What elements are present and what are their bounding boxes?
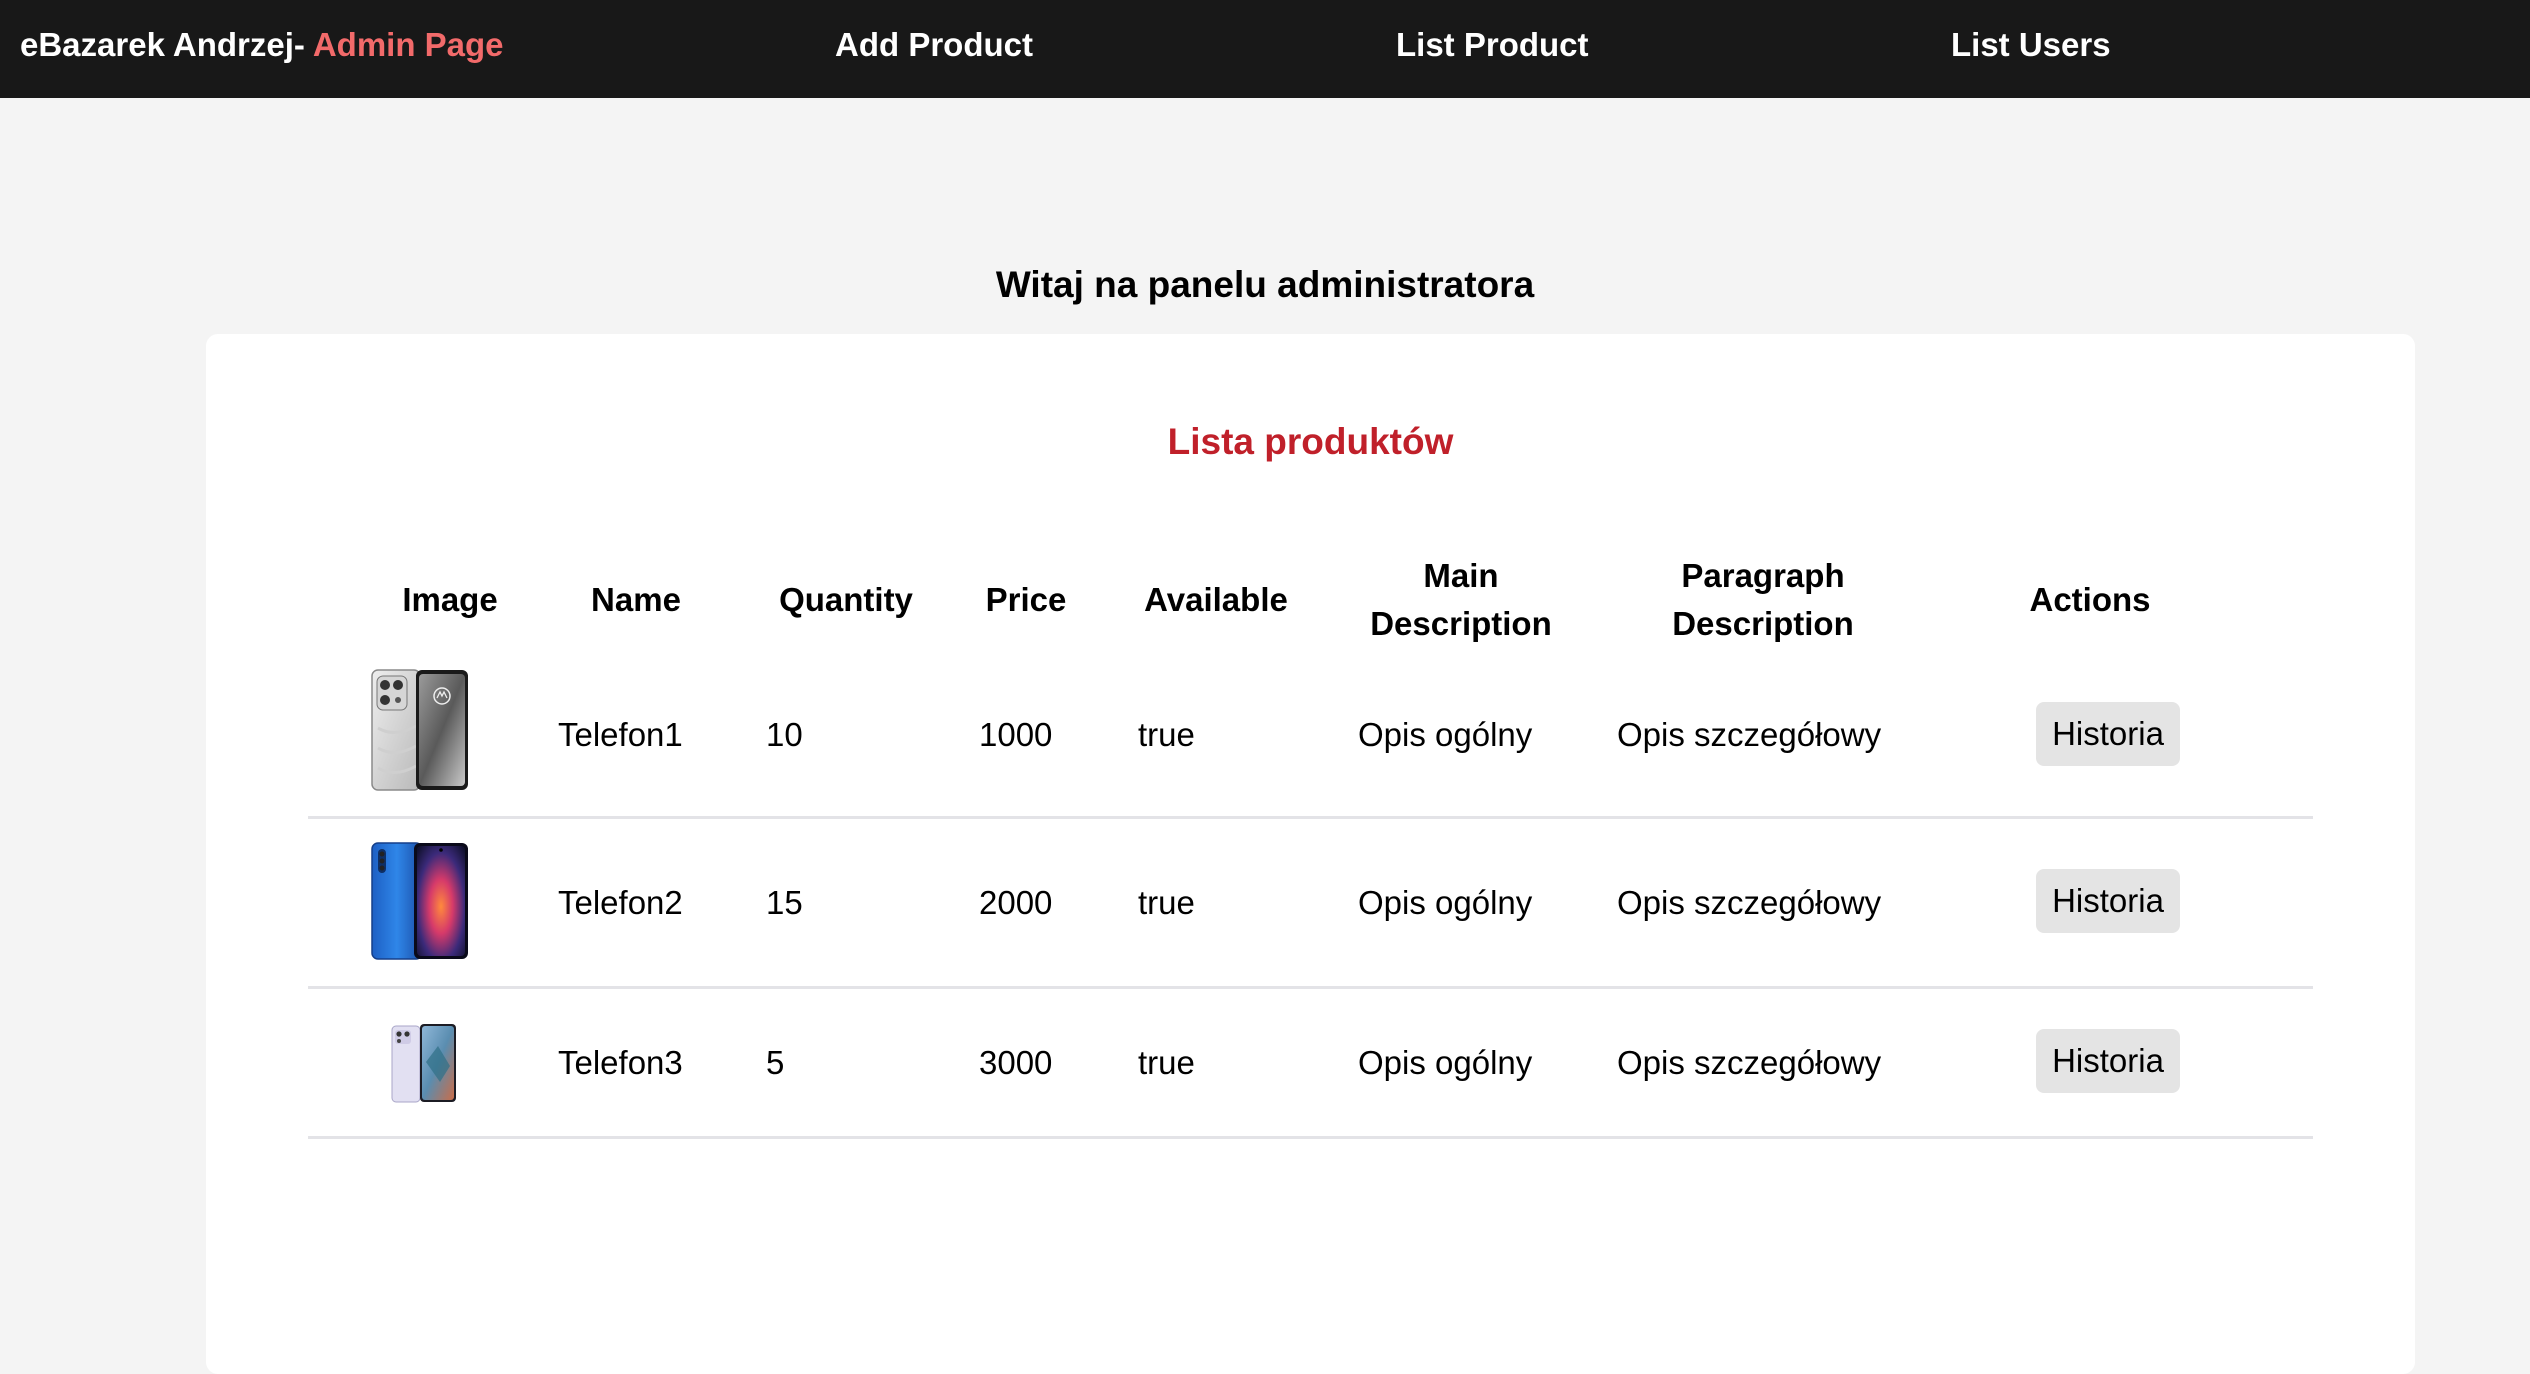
cell-available: true <box>1138 884 1195 921</box>
cell-price: 1000 <box>979 716 1053 753</box>
historia-button[interactable]: Historia <box>2036 1029 2180 1093</box>
header-main-description-line2: Description <box>1370 605 1552 642</box>
header-paragraph-description: Paragraph Description <box>1638 552 1888 648</box>
table-row: Telefon3 5 3000 true Opis ogólny Opis sz… <box>308 989 2313 1139</box>
cell-main-description: Opis ogólny <box>1358 1044 1533 1081</box>
product-image <box>370 668 470 797</box>
cell-name: Telefon3 <box>558 1044 683 1081</box>
table-row: Telefon2 15 2000 true Opis ogólny Opis s… <box>308 819 2313 989</box>
top-navbar: eBazarek Andrzej- Admin Page Add Product… <box>0 0 2530 98</box>
cell-available: true <box>1138 716 1195 753</box>
header-quantity: Quantity <box>779 581 913 618</box>
cell-quantity: 15 <box>766 884 803 921</box>
page-title: Witaj na panelu administratora <box>995 264 1535 305</box>
cell-main-description: Opis ogólny <box>1358 884 1533 921</box>
phone-silver-image <box>371 669 468 791</box>
header-paragraph-description-line1: Paragraph <box>1681 557 1845 594</box>
historia-button[interactable]: Historia <box>2036 869 2180 933</box>
nav-list-users[interactable]: List Users <box>1951 26 2111 64</box>
brand-logo[interactable]: eBazarek Andrzej- Admin Page <box>20 26 504 64</box>
nav-add-product[interactable]: Add Product <box>835 26 1033 64</box>
header-paragraph-description-line2: Description <box>1672 605 1854 642</box>
header-main-description: Main Description <box>1336 552 1586 648</box>
table-row: Telefon1 10 1000 true Opis ogólny Opis s… <box>308 656 2313 819</box>
cell-paragraph-description: Opis szczegółowy <box>1617 884 1882 921</box>
product-image <box>390 1022 458 1109</box>
product-list-card: Lista produktów Image Name Quantity Pric… <box>206 334 2415 1374</box>
header-name: Name <box>591 581 681 618</box>
product-list-title: Lista produktów <box>1167 421 1454 462</box>
product-image <box>370 841 470 966</box>
header-image: Image <box>402 581 498 618</box>
header-available: Available <box>1144 581 1288 618</box>
header-price: Price <box>985 581 1067 618</box>
cell-name: Telefon1 <box>558 716 683 753</box>
header-actions: Actions <box>2029 581 2151 618</box>
brand-name: eBazarek Andrzej- <box>20 26 305 63</box>
cell-quantity: 5 <box>766 1044 785 1081</box>
cell-name: Telefon2 <box>558 884 683 921</box>
cell-main-description: Opis ogólny <box>1358 716 1533 753</box>
historia-button[interactable]: Historia <box>2036 702 2180 766</box>
cell-paragraph-description: Opis szczegółowy <box>1617 1044 1882 1081</box>
brand-admin-label: Admin Page <box>304 26 504 63</box>
cell-quantity: 10 <box>766 716 803 753</box>
phone-blue-image <box>371 842 468 960</box>
cell-available: true <box>1138 1044 1195 1081</box>
header-main-description-line1: Main <box>1423 557 1499 594</box>
row-divider <box>308 1136 2313 1139</box>
nav-list-product[interactable]: List Product <box>1396 26 1589 64</box>
phone-lilac-image <box>391 1024 456 1103</box>
cell-paragraph-description: Opis szczegółowy <box>1617 716 1882 753</box>
cell-price: 2000 <box>979 884 1053 921</box>
cell-price: 3000 <box>979 1044 1053 1081</box>
